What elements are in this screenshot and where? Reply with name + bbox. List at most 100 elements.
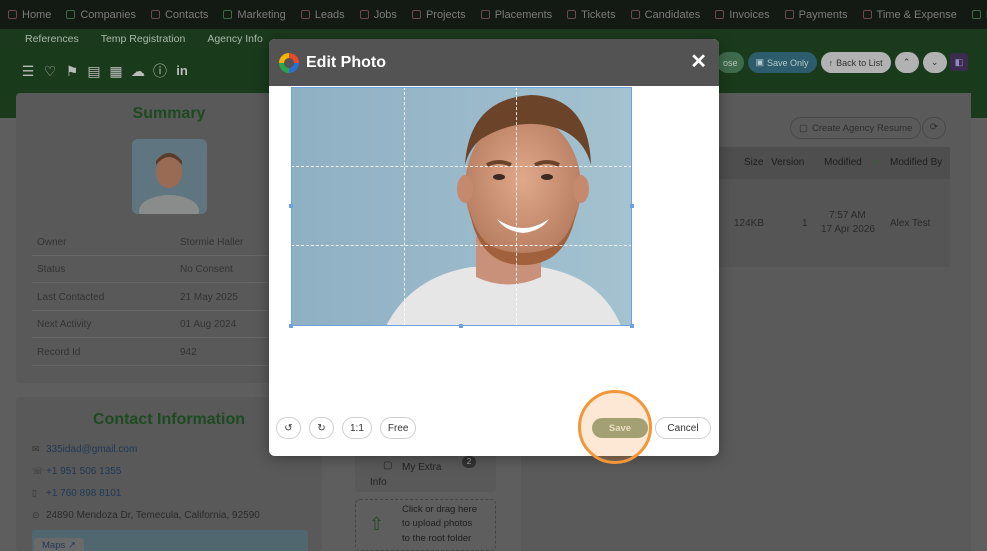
toolbar-icons: ☰ ♡ ⚑ ▤ ▦ ☁ ⓘ in: [20, 63, 190, 79]
extra-info-folder[interactable]: ▢ My Extra Info 2: [355, 456, 496, 492]
col-modified[interactable]: Modified: [824, 157, 862, 168]
linkedin-icon[interactable]: in: [174, 63, 190, 79]
row-modified-time: 7:57 AM: [829, 210, 866, 221]
reports-icon: [971, 10, 981, 19]
avatar[interactable]: [132, 139, 207, 214]
flag-icon[interactable]: ⚑: [64, 63, 80, 79]
contact-phone-1[interactable]: ☏ +1 951 506 1355: [32, 466, 121, 477]
cloud-icon[interactable]: ☁: [130, 63, 146, 79]
modal-header: Edit Photo ✕: [269, 39, 719, 86]
crop-handle[interactable]: [289, 324, 293, 328]
folder-icon: ▢: [383, 460, 393, 471]
save-close-button[interactable]: ose: [717, 52, 744, 73]
payments-icon: [784, 10, 794, 19]
phone-icon: ☏: [32, 466, 44, 476]
summary-row-record-id: Record Id 942: [32, 339, 268, 366]
nav-contacts[interactable]: Contacts: [150, 9, 208, 21]
col-version[interactable]: Version: [771, 157, 804, 168]
contacts-icon: [150, 10, 160, 19]
app-logo-icon: [279, 52, 299, 73]
ratio-square-button[interactable]: 1:1: [342, 417, 372, 439]
jobs-icon: [359, 10, 369, 19]
refresh-icon: ⟳: [929, 122, 939, 133]
crop-handle[interactable]: [630, 324, 634, 328]
projects-icon: [411, 10, 421, 19]
modal-title: Edit Photo: [306, 53, 386, 71]
back-to-list-button[interactable]: ↑ Back to List: [820, 52, 891, 73]
refresh-button[interactable]: ⟳: [922, 117, 946, 139]
placements-icon: [480, 10, 490, 19]
crop-selection[interactable]: [291, 87, 632, 326]
nav-home[interactable]: Home: [8, 9, 51, 21]
nav-leads[interactable]: Leads: [300, 9, 345, 21]
subnav-temp-registration[interactable]: Temp Registration: [101, 33, 186, 45]
upload-dropzone[interactable]: ⇧ Click or drag here to upload photos to…: [355, 499, 496, 551]
crop-handle[interactable]: [630, 204, 634, 208]
previous-record-button[interactable]: ⌃: [894, 52, 919, 73]
nav-invoices[interactable]: Invoices: [715, 9, 770, 21]
nav-time-expense[interactable]: Time & Expense: [862, 9, 957, 21]
count-badge: 2: [462, 456, 476, 468]
rotate-left-button[interactable]: ↺: [276, 417, 301, 439]
summary-row-last-contacted: Last Contacted 21 May 2025: [32, 284, 268, 311]
heart-icon[interactable]: ♡: [42, 63, 58, 79]
info-icon[interactable]: ⓘ: [152, 63, 168, 79]
external-link-icon: ↗: [67, 540, 76, 551]
save-only-button[interactable]: ▣ Save Only: [747, 52, 817, 73]
col-modified-by[interactable]: Modified By: [890, 157, 942, 168]
list-indent-icon[interactable]: ☰: [20, 63, 36, 79]
document-icon[interactable]: ▤: [86, 63, 102, 79]
home-icon: [8, 10, 17, 19]
row-size: 124KB: [734, 218, 765, 229]
panel-toggle-icon[interactable]: ◧: [950, 53, 968, 71]
nav-projects[interactable]: Projects: [411, 9, 466, 21]
notes-icon[interactable]: ▦: [108, 63, 124, 79]
ratio-free-button[interactable]: Free: [379, 417, 417, 439]
col-size[interactable]: Size: [744, 157, 763, 168]
nav-reports[interactable]: R: [971, 9, 987, 21]
nav-candidates[interactable]: Candidates: [630, 9, 700, 21]
crop-handle[interactable]: [289, 204, 293, 208]
nav-companies[interactable]: Companies: [66, 9, 136, 21]
marketing-icon: [223, 10, 233, 19]
rotate-right-button[interactable]: ↻: [309, 417, 334, 439]
summary-row-next-activity: Next Activity 01 Aug 2024: [32, 311, 268, 338]
nav-tickets[interactable]: Tickets: [567, 9, 616, 21]
mail-icon: ✉: [32, 444, 40, 454]
close-icon[interactable]: ✕: [690, 51, 707, 73]
sort-up-icon[interactable]: ↑: [873, 157, 878, 168]
edit-tools: ↺ ↻ 1:1 Free: [276, 417, 417, 439]
clock-icon: [862, 10, 872, 19]
contact-phone-2[interactable]: ▯ +1 760 898 8101: [32, 488, 121, 499]
create-agency-resume-button[interactable]: ▢ Create Agency Resume: [790, 117, 922, 139]
candidates-icon: [630, 10, 640, 19]
nav-placements[interactable]: Placements: [480, 9, 552, 21]
crop-handle[interactable]: [459, 324, 463, 328]
files-table-header: Size Version Modified ↑ Modified By: [712, 147, 950, 179]
top-nav: Home Companies Contacts Marketing Leads …: [0, 0, 987, 29]
save-button[interactable]: Save: [592, 418, 648, 438]
summary-row-owner: Owner Stormie Haller: [32, 229, 268, 256]
maps-button[interactable]: Maps ↗: [34, 538, 84, 551]
nav-payments[interactable]: Payments: [784, 9, 848, 21]
table-row[interactable]: 124KB 1 7:57 AM 17 Apr 2026 Alex Test: [712, 179, 950, 267]
upload-icon: ⇧: [369, 514, 385, 534]
summary-row-status: Status No Consent: [32, 256, 268, 283]
invoices-icon: [715, 10, 725, 19]
nav-marketing[interactable]: Marketing: [223, 9, 286, 21]
tickets-icon: [567, 10, 577, 19]
subnav-references[interactable]: References: [25, 33, 79, 45]
fax-icon: ▯: [32, 488, 37, 498]
location-pin-icon: ⊙: [32, 510, 40, 520]
leads-icon: [300, 10, 310, 19]
toolbar-buttons: ose ▣ Save Only ↑ Back to List ⌃ ⌄: [717, 52, 947, 73]
cancel-button[interactable]: Cancel: [655, 417, 711, 439]
nav-jobs[interactable]: Jobs: [359, 9, 397, 21]
row-modified-by: Alex Test: [890, 218, 931, 229]
contact-email[interactable]: ✉ 335idad@gmail.com: [32, 444, 137, 455]
subnav-agency-info[interactable]: Agency Info: [207, 33, 262, 45]
save-icon: ▣: [755, 57, 765, 67]
arrow-up-icon: ↑: [828, 57, 834, 68]
avatar-photo: [132, 139, 207, 214]
next-record-button[interactable]: ⌄: [922, 52, 947, 73]
